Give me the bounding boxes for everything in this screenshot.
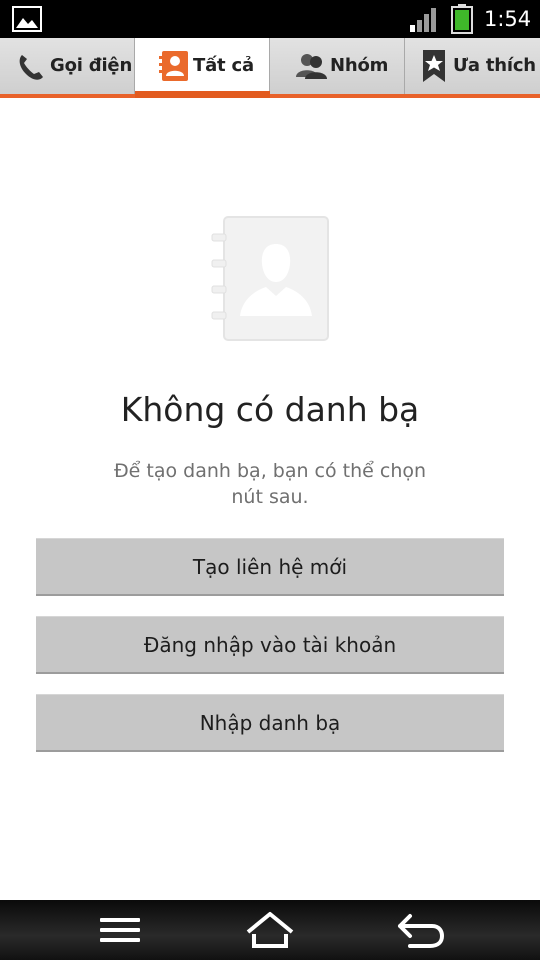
empty-state-subtitle: Để tạo danh bạ, bạn có thể chọn nút sau. [113,460,427,508]
menu-icon[interactable] [92,906,148,954]
status-bar: 1:54 [0,0,540,38]
group-icon [296,54,327,79]
tab-label: Gọi điện [50,55,133,76]
tab-bar: Gọi điện Tất cả Nhóm Ưa thích [0,38,540,94]
sign-in-account-button[interactable]: Đăng nhập vào tài khoản [36,616,504,674]
phone-icon [19,55,43,80]
gallery-icon [12,6,42,32]
tab-groups[interactable]: Nhóm [270,38,405,94]
signal-icon [410,8,436,32]
empty-state-title: Không có danh bạ [120,390,420,429]
tab-label: Nhóm [330,55,389,76]
tab-label: Ưa thích [453,55,536,76]
import-contacts-button[interactable]: Nhập danh bạ [36,694,504,752]
tab-call-log[interactable]: Gọi điện [0,38,135,94]
active-tab-indicator [135,91,270,98]
battery-icon [451,4,473,34]
tab-label: Tất cả [193,55,254,76]
star-bookmark-icon [423,50,445,82]
create-contact-button[interactable]: Tạo liên hệ mới [36,538,504,596]
home-icon[interactable] [242,906,298,954]
contact-book-icon [211,216,329,341]
tab-all-contacts[interactable]: Tất cả [135,38,270,94]
clock: 1:54 [484,7,532,31]
tab-underline [0,94,540,98]
back-icon[interactable] [392,906,448,954]
contact-card-icon [159,51,188,81]
navigation-bar [0,900,540,960]
tab-favorites[interactable]: Ưa thích [405,38,540,94]
